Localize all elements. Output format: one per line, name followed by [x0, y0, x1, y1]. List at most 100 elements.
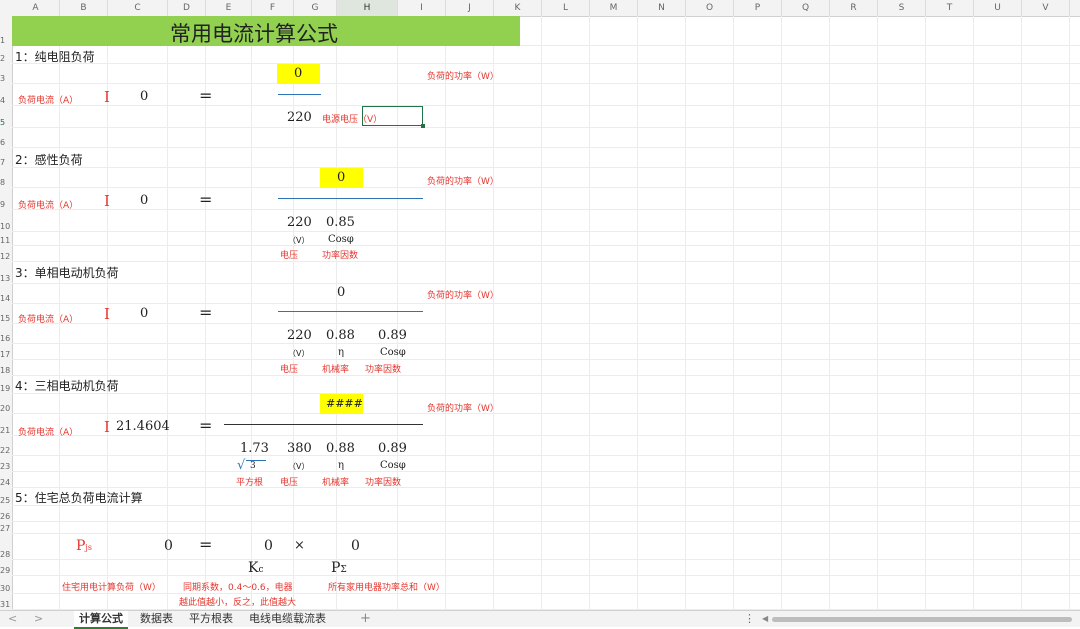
- s4-power-value: ####: [326, 397, 363, 410]
- column-header-H[interactable]: H: [337, 0, 398, 16]
- row-header-25[interactable]: 25: [0, 496, 12, 505]
- column-header-I[interactable]: I: [398, 0, 446, 16]
- s1-power-value: 0: [294, 66, 303, 81]
- s1-result: 0: [140, 89, 149, 104]
- row-header-13[interactable]: 13: [0, 274, 12, 283]
- column-header-N[interactable]: N: [638, 0, 686, 16]
- s4-sqrt-label: 平方根: [236, 478, 264, 488]
- column-header-G[interactable]: G: [294, 0, 337, 16]
- s4-sqrt-value: 1.73: [240, 441, 269, 456]
- s3-result: 0: [140, 306, 149, 321]
- column-header-V[interactable]: V: [1022, 0, 1070, 16]
- row-header-12[interactable]: 12: [0, 252, 12, 261]
- row-header-15[interactable]: 15: [0, 314, 12, 323]
- s5-kc-main: K: [248, 560, 259, 576]
- column-header-T[interactable]: T: [926, 0, 974, 16]
- add-sheet-icon[interactable]: +: [360, 611, 371, 627]
- row-header-24[interactable]: 24: [0, 478, 12, 487]
- row-header-31[interactable]: 31: [0, 600, 12, 609]
- tab-sheet-2[interactable]: 数据表: [140, 611, 173, 627]
- s3-voltage: 220: [287, 328, 312, 343]
- grid-row-line: [12, 245, 1080, 246]
- s5-pjs-symbol: Pjs: [76, 538, 92, 554]
- column-header-C[interactable]: C: [108, 0, 168, 16]
- more-options-icon[interactable]: ⋮: [744, 611, 755, 627]
- s4-cos-phi: Cosφ: [380, 460, 406, 471]
- s5-psum-value: 0: [351, 538, 360, 554]
- column-header-L[interactable]: L: [542, 0, 590, 16]
- column-header-E[interactable]: E: [206, 0, 252, 16]
- selected-cell-h5[interactable]: [362, 106, 423, 126]
- column-header-F[interactable]: F: [252, 0, 294, 16]
- row-header-9[interactable]: 9: [0, 200, 12, 209]
- column-header-bar: ABCDEFGHIJKLMNOPQRSTUV: [0, 0, 1080, 17]
- row-header-10[interactable]: 10: [0, 222, 12, 231]
- row-header-21[interactable]: 21: [0, 426, 12, 435]
- tab-sheet-4[interactable]: 电线电缆载流表: [249, 611, 326, 627]
- grid-row-line: [12, 303, 1080, 304]
- row-header-4[interactable]: 4: [0, 96, 12, 105]
- s4-eta: η: [338, 460, 344, 471]
- tab-sheet-3[interactable]: 平方根表: [189, 611, 233, 627]
- s4-current-label: 负荷电流（A）: [18, 428, 79, 438]
- row-header-8[interactable]: 8: [0, 178, 12, 187]
- column-header-A[interactable]: A: [12, 0, 60, 16]
- column-header-S[interactable]: S: [878, 0, 926, 16]
- column-header-J[interactable]: J: [446, 0, 494, 16]
- column-header-U[interactable]: U: [974, 0, 1022, 16]
- grid-row-line: [12, 209, 1080, 210]
- s2-symbol-i: I: [104, 192, 110, 210]
- column-header-K[interactable]: K: [494, 0, 542, 16]
- row-header-7[interactable]: 7: [0, 158, 12, 167]
- row-header-20[interactable]: 20: [0, 404, 12, 413]
- column-header-B[interactable]: B: [60, 0, 108, 16]
- tab-sheet-1[interactable]: 计算公式: [74, 611, 128, 629]
- row-header-19[interactable]: 19: [0, 384, 12, 393]
- row-header-29[interactable]: 29: [0, 566, 12, 575]
- row-header-27[interactable]: 27: [0, 524, 12, 533]
- s5-kc-sub: c: [258, 565, 264, 575]
- grid-row-line: [12, 187, 1080, 188]
- column-header-P[interactable]: P: [734, 0, 782, 16]
- row-header-11[interactable]: 11: [0, 236, 12, 245]
- row-header-30[interactable]: 30: [0, 584, 12, 593]
- horizontal-scrollbar[interactable]: [772, 617, 1072, 622]
- s4-pf: 0.89: [378, 441, 407, 456]
- column-header-M[interactable]: M: [590, 0, 638, 16]
- row-header-14[interactable]: 14: [0, 294, 12, 303]
- tab-prev-icon[interactable]: <: [8, 611, 17, 627]
- fill-handle[interactable]: [421, 124, 425, 128]
- row-header-28[interactable]: 28: [0, 550, 12, 559]
- row-header-22[interactable]: 22: [0, 446, 12, 455]
- s5-kc-value: 0: [264, 538, 273, 554]
- row-header-2[interactable]: 2: [0, 54, 12, 63]
- column-header-R[interactable]: R: [830, 0, 878, 16]
- row-header-26[interactable]: 26: [0, 512, 12, 521]
- tab-next-icon[interactable]: >: [34, 611, 43, 627]
- s2-current-label: 负荷电流（A）: [18, 201, 79, 211]
- s3-voltage-label: 电压: [280, 365, 299, 375]
- s2-cos-phi: Cosφ: [328, 234, 354, 245]
- row-header-6[interactable]: 6: [0, 138, 12, 147]
- s5-kc-label-1: 同期系数，0.4～0.6，电器: [183, 583, 293, 593]
- row-header-5[interactable]: 5: [0, 118, 12, 127]
- s3-pf-label: 功率因数: [365, 365, 402, 375]
- s5-psum-sub: Σ: [340, 565, 347, 575]
- column-header-O[interactable]: O: [686, 0, 734, 16]
- grid-row-line: [12, 83, 1080, 84]
- row-header-16[interactable]: 16: [0, 334, 12, 343]
- row-header-1[interactable]: 1: [0, 36, 12, 45]
- s2-power-label: 负荷的功率（W）: [427, 177, 499, 187]
- column-header-D[interactable]: D: [168, 0, 206, 16]
- grid-row-line: [12, 261, 1080, 262]
- row-header-17[interactable]: 17: [0, 350, 12, 359]
- row-header-3[interactable]: 3: [0, 74, 12, 83]
- section-4-heading: 4：三相电动机负荷: [15, 379, 119, 393]
- column-header-Q[interactable]: Q: [782, 0, 830, 16]
- s1-power-label: 负荷的功率（W）: [427, 72, 499, 82]
- s5-psum-label: 所有家用电器功率总和（W）: [328, 583, 445, 593]
- row-header-23[interactable]: 23: [0, 462, 12, 471]
- row-header-18[interactable]: 18: [0, 366, 12, 375]
- s5-pjs-value: 0: [164, 538, 173, 554]
- scroll-left-icon[interactable]: ◀: [762, 611, 768, 627]
